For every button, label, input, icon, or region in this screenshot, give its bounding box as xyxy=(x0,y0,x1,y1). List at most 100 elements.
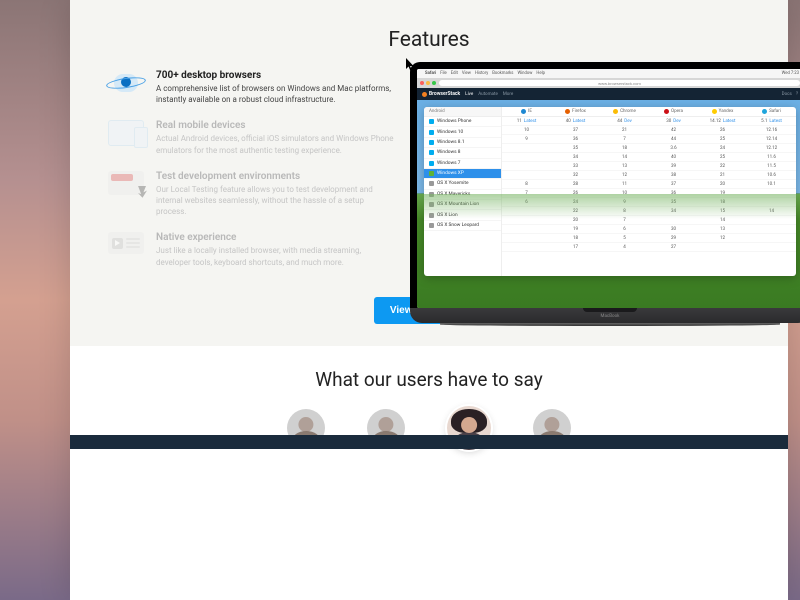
menu-help: Help xyxy=(536,71,545,76)
media-player-icon xyxy=(106,232,146,260)
feature-desktop-browsers[interactable]: 700+ desktop browsers A comprehensive li… xyxy=(106,70,396,105)
traffic-lights xyxy=(420,81,436,85)
browser-cell xyxy=(747,234,796,242)
browser-cell: 39 xyxy=(649,162,698,170)
browser-column-header: Firefox xyxy=(551,107,600,116)
browser-cell: 24 xyxy=(551,198,600,206)
os-label: Windows 7 xyxy=(437,161,460,166)
browser-cell: 34 xyxy=(649,207,698,215)
browser-cell: 4 xyxy=(600,243,649,251)
feature-desc: Just like a locally installed browser, w… xyxy=(156,245,396,267)
browser-cell xyxy=(698,243,747,251)
os-label: Windows 8.1 xyxy=(437,140,464,145)
laptop-preview: Safari File Edit View History Bookmarks … xyxy=(410,70,788,283)
browser-row: 3313392211.5 xyxy=(502,162,796,171)
browser-body: 11Latest40Latest44Dev30Dev14.12Latest5.1… xyxy=(502,117,796,252)
browser-cell: 44 xyxy=(649,135,698,143)
browser-column-header: Yandex xyxy=(698,107,747,116)
browser-cell: 12 xyxy=(600,171,649,179)
laptop-model-label: MacBook xyxy=(601,314,620,319)
nav-more: More xyxy=(503,92,513,97)
browser-toolbar: www.browserstack.com xyxy=(417,78,800,88)
os-item: Windows 7 xyxy=(424,159,501,169)
browser-cell: 13 xyxy=(600,162,649,170)
os-label: OS X Yosemite xyxy=(437,181,469,186)
feature-native-experience[interactable]: Native experience Just like a locally in… xyxy=(106,232,396,267)
feature-mobile-devices[interactable]: Real mobile devices Actual Android devic… xyxy=(106,120,396,155)
os-icon xyxy=(429,223,434,228)
os-icon xyxy=(429,150,434,155)
os-item: Windows 8.1 xyxy=(424,138,501,148)
browser-cell: 27 xyxy=(649,243,698,251)
browser-cell: 14 xyxy=(698,216,747,224)
browser-cell: 30Dev xyxy=(649,117,698,125)
feature-title: Native experience xyxy=(156,232,396,243)
browser-cell xyxy=(502,162,551,170)
browser-row: 35183.62412.12 xyxy=(502,144,796,153)
os-item: Windows 8 xyxy=(424,148,501,158)
browser-cell: 25 xyxy=(698,135,747,143)
browser-cell: 35 xyxy=(649,198,698,206)
browser-cell: 40Latest xyxy=(551,117,600,125)
feature-title: Test development environments xyxy=(156,171,396,182)
feature-desc: A comprehensive list of browsers on Wind… xyxy=(156,83,396,105)
browser-cell xyxy=(649,216,698,224)
os-label: Windows 8 xyxy=(437,150,460,155)
feature-title: Real mobile devices xyxy=(156,120,396,131)
browser-cell: 9 xyxy=(502,135,551,143)
browser-cell: 35 xyxy=(551,144,600,152)
browser-cell: 14 xyxy=(600,153,649,161)
browser-cell: 5 xyxy=(600,234,649,242)
browser-cell xyxy=(502,243,551,251)
browser-column-header: IE xyxy=(502,107,551,116)
browser-cell xyxy=(747,243,796,251)
os-list: Android Windows PhoneWindows 10Windows 8… xyxy=(424,107,502,276)
os-icon xyxy=(429,171,434,176)
nav-docs: Docs xyxy=(782,92,792,97)
os-label: Windows XP xyxy=(437,171,464,176)
os-icon xyxy=(429,181,434,186)
menu-window: Window xyxy=(517,71,532,76)
browser-cell: 36 xyxy=(649,189,698,197)
browser-cell: 44Dev xyxy=(600,117,649,125)
browser-cell: 12 xyxy=(698,234,747,242)
browser-cell xyxy=(502,234,551,242)
os-icon xyxy=(429,119,434,124)
browser-cell: 18 xyxy=(600,144,649,152)
browser-column-header: Safari xyxy=(747,107,796,116)
os-item: OS X Yosemite xyxy=(424,179,501,189)
browser-cell: 3.6 xyxy=(649,144,698,152)
os-item: OS X Mavericks xyxy=(424,190,501,200)
browser-column-header: Chrome xyxy=(600,107,649,116)
browser-cell: 8 xyxy=(502,180,551,188)
clock: Wed 7:23 xyxy=(782,71,799,76)
browser-cell xyxy=(502,207,551,215)
os-icon xyxy=(429,140,434,145)
feature-test-environments[interactable]: Test development environments Our Local … xyxy=(106,171,396,218)
browser-cell: 18 xyxy=(551,234,600,242)
os-icon xyxy=(429,192,434,197)
nav-live: Live xyxy=(465,92,473,97)
browser-cell: 30 xyxy=(649,225,698,233)
browser-cell: 21 xyxy=(600,126,649,134)
browser-cell: 12.14 xyxy=(747,135,796,143)
browser-row: 82811372010.1 xyxy=(502,180,796,189)
os-label: Windows 10 xyxy=(437,130,463,135)
menu-bookmarks: Bookmarks xyxy=(492,71,513,76)
nav-automate: Automate xyxy=(478,92,498,97)
browser-cell xyxy=(747,216,796,224)
browser-cell xyxy=(502,225,551,233)
browser-cell: 9 xyxy=(600,198,649,206)
features-section: Features 700+ desktop browsers A compreh… xyxy=(70,0,788,346)
os-label: OS X Snow Leopard xyxy=(437,223,479,228)
menu-history: History xyxy=(475,71,488,76)
feature-list: 700+ desktop browsers A comprehensive li… xyxy=(106,70,396,283)
browser-cell: 14 xyxy=(747,207,796,215)
browser-cell: 8 xyxy=(600,207,649,215)
browser-cloud-icon xyxy=(106,70,146,98)
browser-row: 103721422612.16 xyxy=(502,126,796,135)
browser-cell: 26 xyxy=(698,126,747,134)
browser-column-header: Opera xyxy=(649,107,698,116)
os-label: OS X Mountain Lion xyxy=(437,202,479,207)
browser-cell xyxy=(502,171,551,179)
